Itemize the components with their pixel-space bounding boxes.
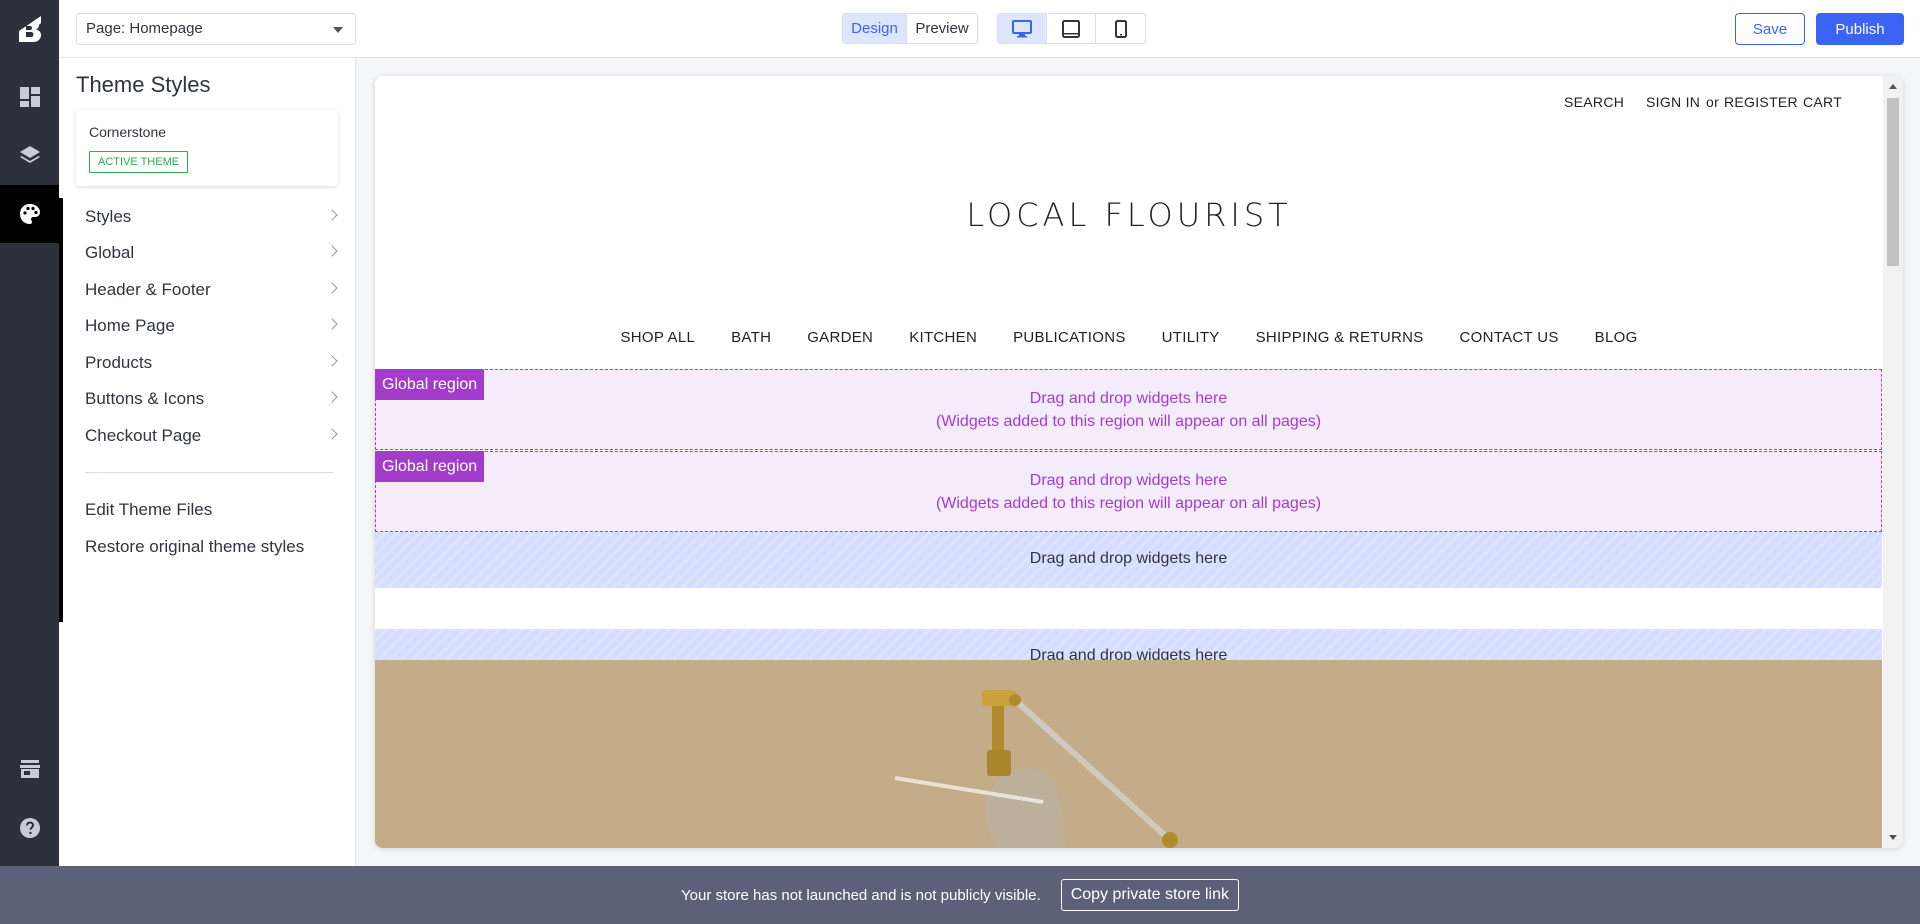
menu-item-header-footer[interactable]: Header & Footer <box>59 272 356 308</box>
hero-image[interactable] <box>375 660 1882 848</box>
publish-button[interactable]: Publish <box>1816 13 1904 45</box>
menu-item-label: Home Page <box>85 316 175 335</box>
menu-item-label: Buttons & Icons <box>85 389 205 408</box>
chevron-right-icon <box>326 209 338 221</box>
global-region-drop-zone[interactable]: Global region Drag and drop widgets here… <box>375 369 1882 450</box>
layers-icon[interactable] <box>0 126 59 184</box>
desktop-view-button[interactable] <box>998 14 1047 43</box>
store-nav-item[interactable]: UTILITY <box>1162 329 1220 346</box>
palette-icon[interactable] <box>0 185 63 243</box>
edit-theme-files-link[interactable]: Edit Theme Files <box>59 492 356 528</box>
drop-hint-line: Drag and drop widgets here <box>1029 550 1228 567</box>
global-region-hint: Drag and drop widgets here (Widgets adde… <box>376 387 1881 433</box>
store-register-link[interactable]: REGISTER <box>1724 94 1798 110</box>
panel-title: Theme Styles <box>76 72 211 97</box>
store-sign-in-link[interactable]: SIGN IN <box>1646 94 1700 110</box>
active-theme-card: Cornerstone ACTIVE THEME <box>76 110 338 186</box>
scroll-up-icon[interactable] <box>1889 84 1897 89</box>
top-toolbar: Page: Homepage Design Preview Save Publi… <box>59 0 1920 58</box>
menu-item-checkout-page[interactable]: Checkout Page <box>59 418 356 454</box>
device-toggle <box>997 13 1146 44</box>
chevron-down-icon <box>333 27 343 33</box>
global-region-drop-zone[interactable]: Global region Drag and drop widgets here… <box>375 451 1882 532</box>
chevron-right-icon <box>326 245 338 257</box>
storefront-preview: SEARCH SIGN IN or REGISTER CART LOCAL FL… <box>375 76 1903 848</box>
page-region-drop-zone[interactable]: Drag and drop widgets here <box>375 532 1882 588</box>
store-nav-item[interactable]: KITCHEN <box>909 329 977 346</box>
store-nav-item[interactable]: CONTACT US <box>1460 329 1559 346</box>
chevron-right-icon <box>326 318 338 330</box>
active-theme-badge: ACTIVE THEME <box>89 151 189 173</box>
banner-message: Your store has not launched and is not p… <box>681 886 1041 904</box>
help-icon[interactable] <box>0 799 59 857</box>
left-rail <box>0 0 63 866</box>
preview-scrollbar[interactable] <box>1883 76 1903 848</box>
menu-item-label: Checkout Page <box>85 426 202 445</box>
store-nav-item[interactable]: PUBLICATIONS <box>1013 329 1126 346</box>
global-region-hint: Drag and drop widgets here (Widgets adde… <box>376 469 1881 515</box>
store-nav-item[interactable]: SHOP ALL <box>620 329 695 346</box>
menu-item-products[interactable]: Products <box>59 345 356 381</box>
chevron-right-icon <box>326 355 338 367</box>
theme-styles-panel: Theme Styles Cornerstone ACTIVE THEME St… <box>59 58 356 866</box>
copy-private-store-link-button[interactable]: Copy private store link <box>1060 879 1239 911</box>
store-navigation: SHOP ALL BATH GARDEN KITCHEN PUBLICATION… <box>375 329 1883 346</box>
menu-item-global[interactable]: Global <box>59 235 356 271</box>
hero-lamp-illustration <box>375 660 1882 848</box>
page-selector-value: Page: Homepage <box>86 20 203 37</box>
drop-hint-subline: (Widgets added to this region will appea… <box>935 495 1322 512</box>
tablet-view-button[interactable] <box>1047 14 1096 43</box>
restore-theme-styles-link[interactable]: Restore original theme styles <box>59 529 356 565</box>
menu-item-buttons-icons[interactable]: Buttons & Icons <box>59 381 356 417</box>
dashboard-icon[interactable] <box>0 68 59 126</box>
drop-hint-subline: (Widgets added to this region will appea… <box>935 413 1322 430</box>
chevron-right-icon <box>326 428 338 440</box>
save-button[interactable]: Save <box>1735 13 1805 45</box>
page-selector[interactable]: Page: Homepage <box>76 13 356 45</box>
tablet-icon <box>1062 19 1080 38</box>
store-nav-item[interactable]: BATH <box>731 329 771 346</box>
store-search-link[interactable]: SEARCH <box>1564 94 1624 110</box>
menu-item-label: Header & Footer <box>85 280 211 299</box>
scrollbar-thumb[interactable] <box>1887 98 1899 266</box>
store-logo[interactable]: LOCAL FLOURIST <box>375 196 1883 234</box>
preview-mode-button[interactable]: Preview <box>907 14 977 43</box>
store-cart-link[interactable]: CART <box>1803 94 1842 110</box>
store-nav-item[interactable]: BLOG <box>1595 329 1638 346</box>
chevron-right-icon <box>326 391 338 403</box>
panel-divider <box>85 472 333 473</box>
store-nav-item[interactable]: SHIPPING & RETURNS <box>1256 329 1424 346</box>
design-mode-button[interactable]: Design <box>843 14 907 43</box>
drop-hint-line: Drag and drop widgets here <box>1029 472 1228 489</box>
menu-item-home-page[interactable]: Home Page <box>59 308 356 344</box>
scroll-down-icon[interactable] <box>1889 835 1897 840</box>
mode-toggle: Design Preview <box>842 13 978 44</box>
desktop-icon <box>1012 19 1032 37</box>
bigcommerce-logo-icon[interactable] <box>0 0 59 58</box>
store-nav-item[interactable]: GARDEN <box>807 329 873 346</box>
theme-name: Cornerstone <box>89 124 167 140</box>
store-not-launched-banner: Your store has not launched and is not p… <box>0 866 1920 924</box>
mobile-view-button[interactable] <box>1096 14 1145 43</box>
menu-item-label: Styles <box>85 207 132 226</box>
menu-item-styles[interactable]: Styles <box>59 199 356 235</box>
store-or-text: or <box>1706 94 1720 110</box>
drop-hint-line: Drag and drop widgets here <box>1029 390 1228 407</box>
mobile-icon <box>1114 19 1127 38</box>
menu-item-label: Products <box>85 353 153 372</box>
menu-item-label: Global <box>85 243 135 262</box>
storefront-icon[interactable] <box>0 740 59 798</box>
chevron-right-icon <box>326 282 338 294</box>
